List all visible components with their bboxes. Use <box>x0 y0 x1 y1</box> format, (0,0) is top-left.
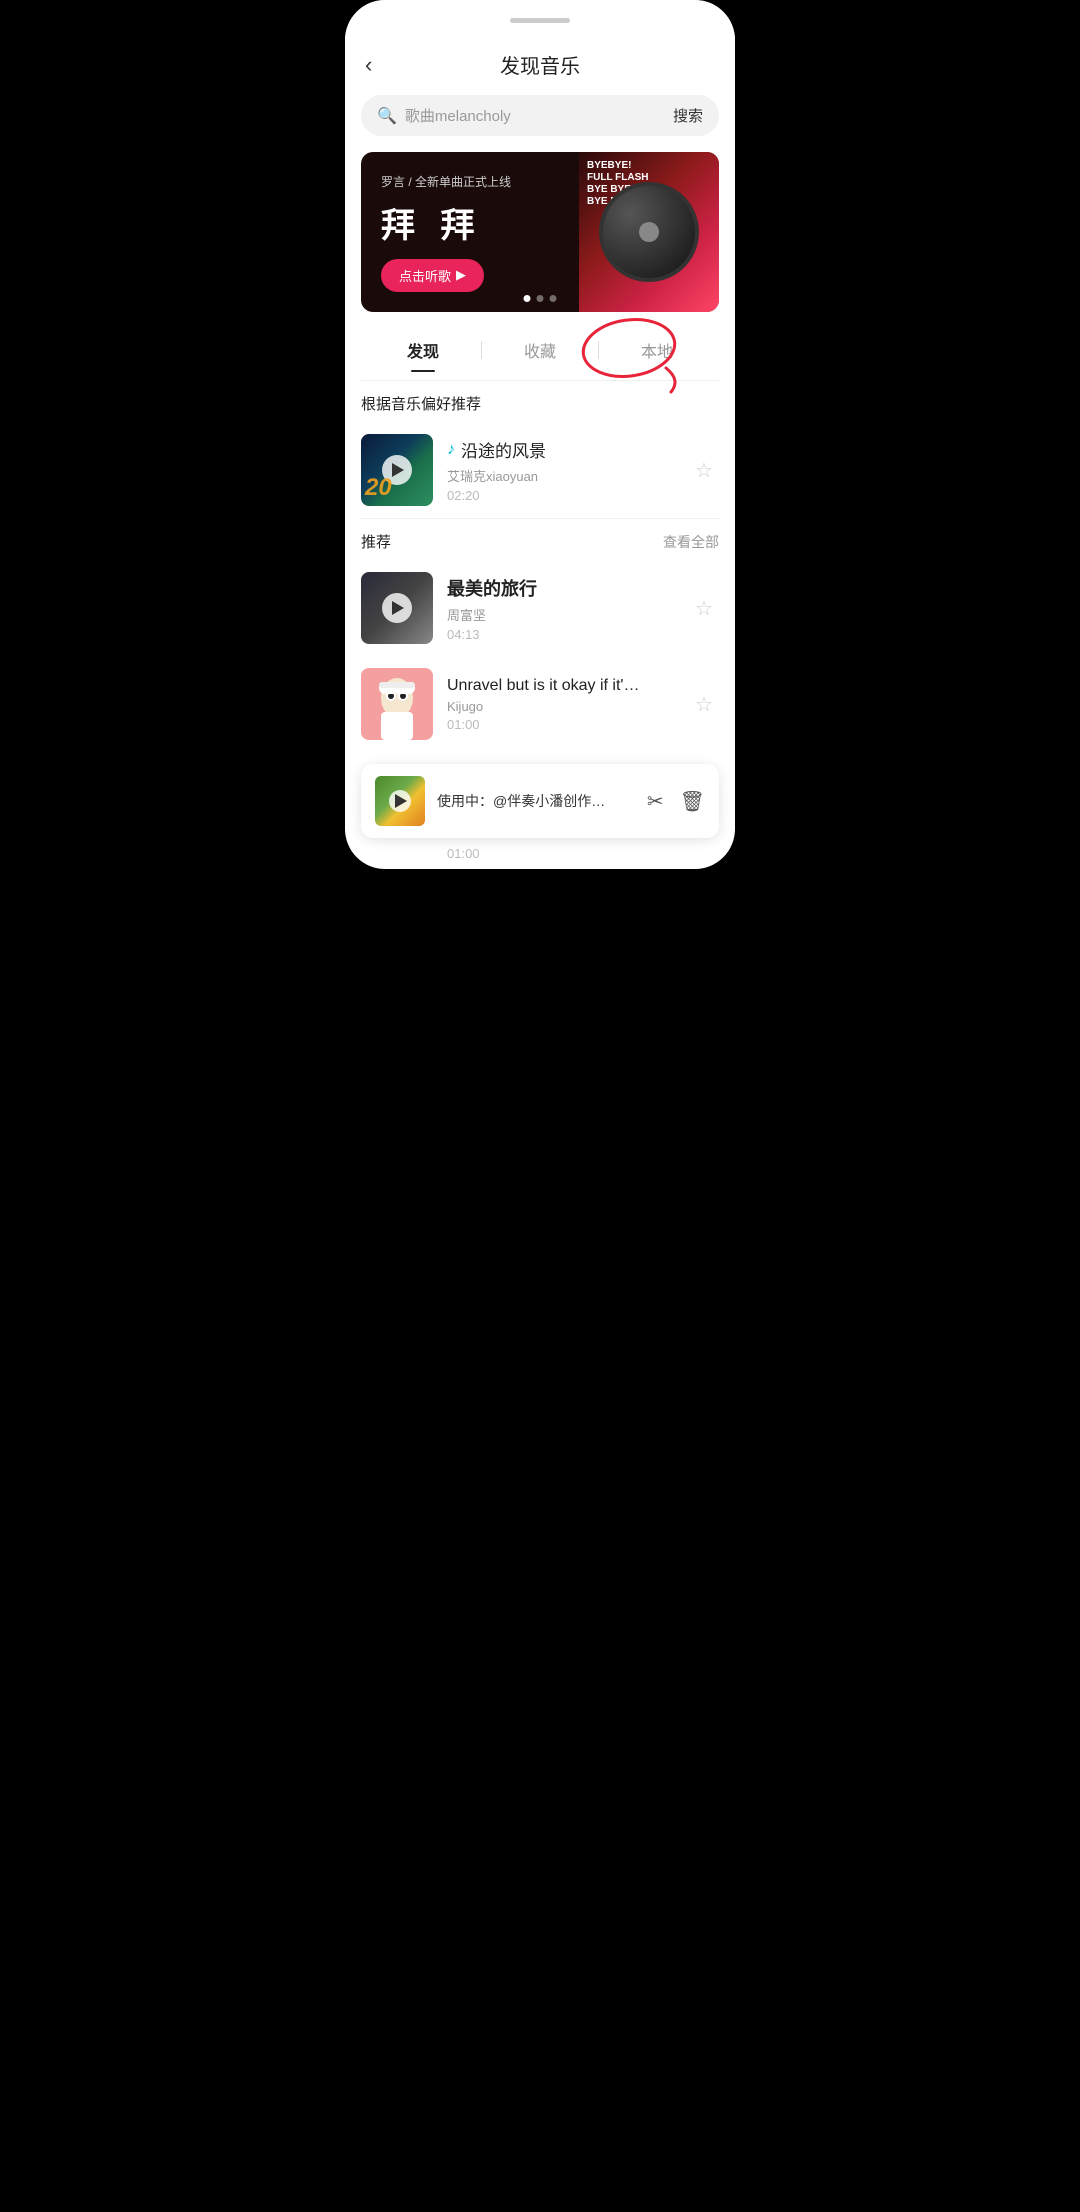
vinyl-record <box>599 182 699 282</box>
song-artist-3: Kijugo <box>447 699 675 714</box>
recommend-title: 推荐 <box>361 531 391 552</box>
bottom-duration: 01:00 <box>345 838 735 869</box>
delete-button[interactable]: 🗑 <box>680 789 705 814</box>
song-name-2: 最美的旅行 <box>447 575 675 601</box>
dot-2 <box>537 295 544 302</box>
favorite-button-1[interactable]: ☆ <box>689 455 719 485</box>
song-cover-1: 20 <box>361 434 433 506</box>
song-artist-1: 艾瑞克xiaoyuan <box>447 466 675 485</box>
now-playing-play-icon <box>389 790 411 812</box>
song-cover-3 <box>361 668 433 740</box>
search-input[interactable]: 歌曲melancholy <box>405 105 673 126</box>
now-playing-bar[interactable]: 使用中：@伴奏小潘创作… ✂ 🗑 <box>361 764 719 838</box>
now-playing-info: 使用中：@伴奏小潘创作… <box>437 791 635 811</box>
search-bar[interactable]: 🔍 歌曲melancholy 搜索 <box>361 95 719 136</box>
song-item-1[interactable]: 20 ♪ 沿途的风景 艾瑞克xiaoyuan 02:20 ☆ <box>345 422 735 518</box>
banner-dots <box>524 295 557 302</box>
song-item-2[interactable]: 最美的旅行 周富坚 04:13 ☆ <box>345 560 735 656</box>
banner-title: 拜 拜 <box>381 198 559 247</box>
recommendation-header: 根据音乐偏好推荐 <box>345 381 735 422</box>
banner-content: 罗言 / 全新单曲正式上线 拜 拜 点击听歌 ▶ <box>361 153 579 312</box>
song-duration-2: 04:13 <box>447 627 675 642</box>
status-bar <box>345 0 735 40</box>
music-note-icon: ♪ <box>447 441 455 459</box>
recommend-header: 推荐 查看全部 <box>345 519 735 560</box>
banner-image: BYEBYE!FULL FLASHBYE BYEBYE BYE! <box>579 152 719 312</box>
song-duration-3: 01:00 <box>447 717 675 732</box>
recommendation-title: 根据音乐偏好推荐 <box>361 393 481 414</box>
favorite-button-2[interactable]: ☆ <box>689 593 719 623</box>
scissors-button[interactable]: ✂ <box>647 789 664 814</box>
song-info-3: Unravel but is it okay if it'… Kijugo 01… <box>447 677 675 732</box>
now-playing-actions: ✂ 🗑 <box>647 789 705 814</box>
song-item-3[interactable]: Unravel but is it okay if it'… Kijugo 01… <box>345 656 735 752</box>
page-title: 发现音乐 <box>500 50 580 79</box>
anime-avatar <box>361 668 433 740</box>
header: ‹ 发现音乐 <box>345 40 735 95</box>
song-info-2: 最美的旅行 周富坚 04:13 <box>447 575 675 642</box>
banner-listen-button[interactable]: 点击听歌 ▶ <box>381 259 484 292</box>
dot-3 <box>550 295 557 302</box>
song-info-1: ♪ 沿途的风景 艾瑞克xiaoyuan 02:20 <box>447 437 675 503</box>
banner[interactable]: 罗言 / 全新单曲正式上线 拜 拜 点击听歌 ▶ BYEBYE!FULL FLA… <box>361 152 719 312</box>
song-artist-2: 周富坚 <box>447 605 675 624</box>
song-name-row-1: ♪ 沿途的风景 <box>447 437 675 462</box>
song-cover-2 <box>361 572 433 644</box>
play-icon-2 <box>382 593 412 623</box>
tab-discover[interactable]: 发现 <box>365 328 481 372</box>
tabs: 发现 收藏 本地 <box>345 328 735 372</box>
favorite-button-3[interactable]: ☆ <box>689 689 719 719</box>
song-name-3: Unravel but is it okay if it'… <box>447 677 675 695</box>
status-bar-handle <box>510 18 570 23</box>
dot-1 <box>524 295 531 302</box>
cover-number: 20 <box>365 474 392 502</box>
back-button[interactable]: ‹ <box>365 52 372 78</box>
banner-subtitle: 罗言 / 全新单曲正式上线 <box>381 173 559 190</box>
tab-collection[interactable]: 收藏 <box>482 328 598 372</box>
tab-local[interactable]: 本地 <box>599 328 715 372</box>
see-all-button[interactable]: 查看全部 <box>663 532 719 552</box>
now-playing-text: 使用中：@伴奏小潘创作… <box>437 791 635 811</box>
song-duration-1: 02:20 <box>447 488 675 503</box>
now-playing-cover <box>375 776 425 826</box>
search-button[interactable]: 搜索 <box>673 105 703 126</box>
song-name-1: 沿途的风景 <box>461 437 546 462</box>
search-icon: 🔍 <box>377 106 397 126</box>
